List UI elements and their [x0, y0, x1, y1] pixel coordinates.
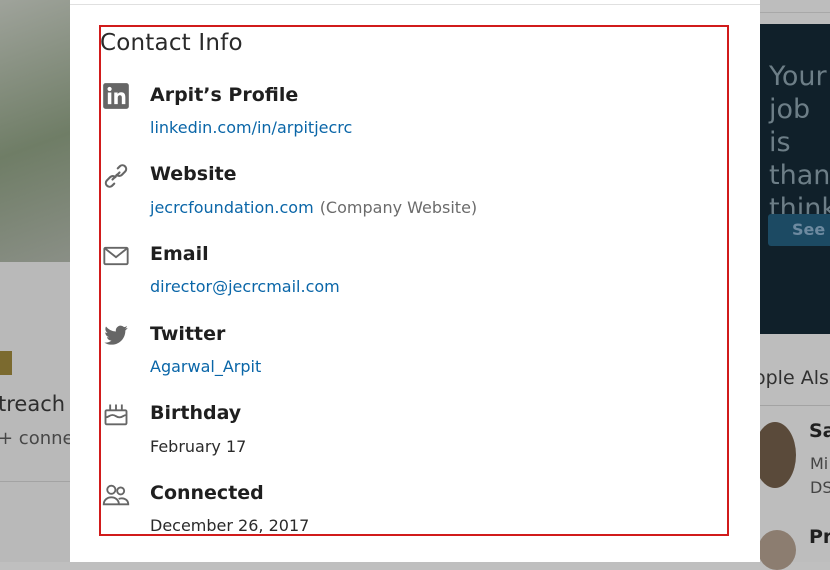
avatar	[758, 530, 796, 570]
birthday-value: February 17	[150, 437, 247, 456]
ad-text: Your job is than think	[769, 60, 830, 225]
linkedin-icon	[102, 82, 130, 110]
contact-label-birthday: Birthday	[150, 402, 242, 424]
advertisement: Your job is than think See j	[760, 24, 830, 334]
modal-header-divider	[70, 4, 760, 5]
contact-label-profile: Arpit’s Profile	[150, 84, 299, 106]
people-also-viewed-title: ople Also	[754, 367, 830, 389]
email-value: director@jecrcmail.com	[150, 277, 340, 296]
email-link[interactable]: director@jecrcmail.com	[150, 277, 340, 296]
people-icon	[102, 481, 130, 509]
website-link[interactable]: jecrcfoundation.com	[150, 198, 314, 217]
contact-label-website: Website	[150, 163, 237, 185]
person-headline-line: DS	[810, 478, 830, 497]
birthday-cake-icon	[102, 401, 130, 429]
person-headline: Mi DS	[810, 452, 830, 500]
website-note: (Company Website)	[319, 198, 478, 217]
avatar	[754, 422, 796, 488]
person-headline-line: Mi	[810, 454, 829, 473]
website-value: jecrcfoundation.com (Company Website)	[150, 198, 477, 217]
ad-button: See j	[768, 214, 830, 246]
twitter-value: Agarwal_Arpit	[150, 357, 261, 376]
twitter-link[interactable]: Agarwal_Arpit	[150, 357, 261, 376]
profile-link[interactable]: linkedin.com/in/arpitjecrc	[150, 118, 352, 137]
contact-label-connected: Connected	[150, 482, 264, 504]
link-icon	[102, 162, 130, 190]
twitter-icon	[102, 321, 130, 349]
ad-text-line: job is	[769, 94, 811, 158]
ad-text-line: Your	[769, 61, 827, 92]
page-title: Contact Info	[100, 30, 243, 56]
envelope-icon	[102, 242, 130, 270]
connected-date-value: December 26, 2017	[150, 516, 310, 535]
divider	[0, 481, 70, 482]
ad-button-label: See j	[792, 220, 830, 239]
background-left-pane: treach a + conne	[0, 0, 85, 562]
ad-text-line: than	[769, 160, 830, 191]
contact-label-email: Email	[150, 243, 209, 265]
profile-url-value: linkedin.com/in/arpitjecrc	[150, 118, 352, 137]
divider	[760, 405, 830, 406]
person-name: Pr	[809, 526, 830, 548]
top-strip	[760, 0, 830, 13]
background-banner-image	[0, 0, 70, 262]
background-right-pane: Your job is than think See j ople Also S…	[754, 0, 830, 570]
company-logo	[0, 351, 12, 375]
contact-label-twitter: Twitter	[150, 323, 226, 345]
person-name: Sa	[809, 420, 830, 442]
background-connections-text: + conne	[0, 428, 74, 449]
